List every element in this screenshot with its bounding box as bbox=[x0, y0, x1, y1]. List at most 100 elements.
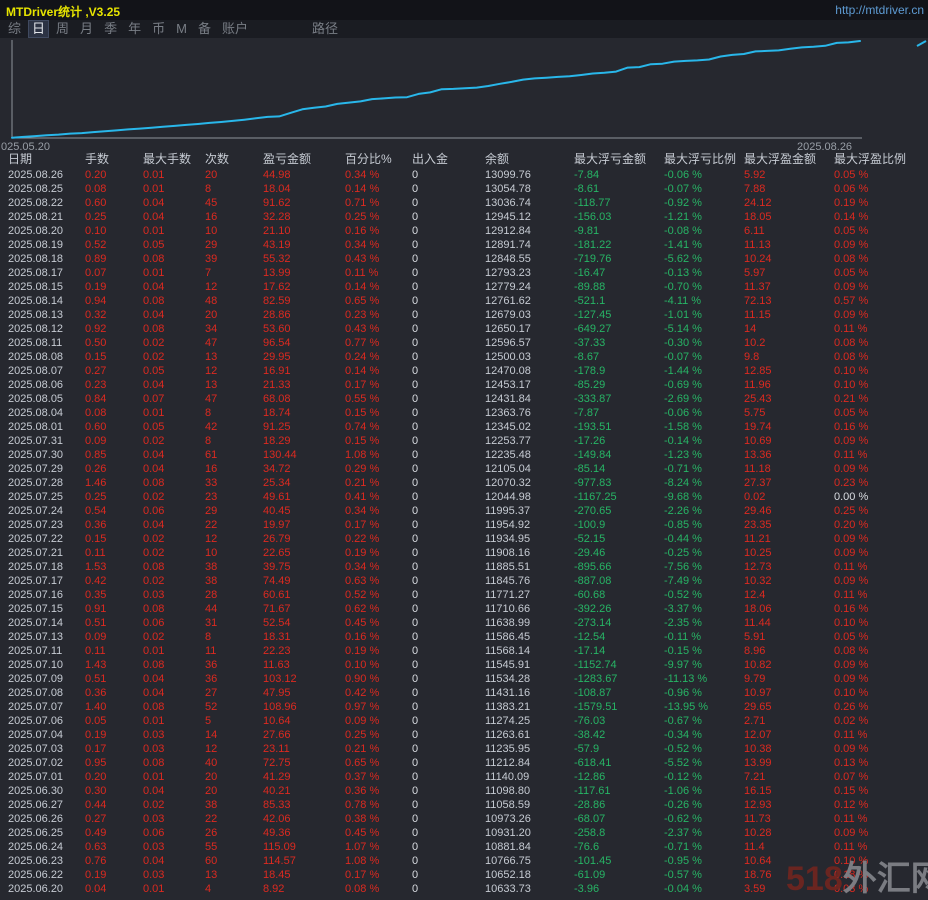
table-row[interactable]: 2025.08.140.940.084882.590.65 %012761.62… bbox=[8, 294, 928, 308]
table-cell: 2025.08.25 bbox=[8, 182, 85, 196]
table-cell: 10 bbox=[205, 546, 263, 560]
table-cell: 0.11 % bbox=[834, 448, 928, 462]
column-header[interactable]: 日期 bbox=[8, 151, 85, 168]
column-header[interactable]: 最大浮盈金额 bbox=[744, 151, 834, 168]
table-cell: -1167.25 bbox=[574, 490, 664, 504]
table-row[interactable]: 2025.07.020.950.084072.750.65 %011212.84… bbox=[8, 756, 928, 770]
table-row[interactable]: 2025.08.130.320.042028.860.23 %012679.03… bbox=[8, 308, 928, 322]
table-cell: -0.14 % bbox=[664, 434, 744, 448]
table-row[interactable]: 2025.07.071.400.0852108.960.97 %011383.2… bbox=[8, 700, 928, 714]
column-header[interactable]: 最大浮亏比例 bbox=[664, 151, 744, 168]
table-row[interactable]: 2025.06.260.270.032242.060.38 %010973.26… bbox=[8, 812, 928, 826]
table-row[interactable]: 2025.07.281.460.083325.340.21 %012070.32… bbox=[8, 476, 928, 490]
table-cell: 0.60 bbox=[85, 196, 143, 210]
column-header[interactable]: 出入金 bbox=[412, 151, 485, 168]
table-cell: 22.65 bbox=[263, 546, 345, 560]
table-cell: 2025.08.04 bbox=[8, 406, 85, 420]
table-row[interactable]: 2025.07.160.350.032860.610.52 %011771.27… bbox=[8, 588, 928, 602]
table-row[interactable]: 2025.07.181.530.083839.750.34 %011885.51… bbox=[8, 560, 928, 574]
table-row[interactable]: 2025.07.130.090.02818.310.16 %011586.45-… bbox=[8, 630, 928, 644]
menu-item-m[interactable]: M bbox=[173, 21, 190, 37]
menu-item-day[interactable]: 日 bbox=[29, 21, 48, 37]
table-row[interactable]: 2025.06.200.040.0148.920.08 %010633.73-3… bbox=[8, 882, 928, 896]
table-row[interactable]: 2025.07.080.360.042747.950.42 %011431.16… bbox=[8, 686, 928, 700]
table-row[interactable]: 2025.08.110.500.024796.540.77 %012596.57… bbox=[8, 336, 928, 350]
table-row[interactable]: 2025.07.060.050.01510.640.09 %011274.25-… bbox=[8, 714, 928, 728]
table-cell: 49.61 bbox=[263, 490, 345, 504]
table-row[interactable]: 2025.08.060.230.041321.330.17 %012453.17… bbox=[8, 378, 928, 392]
table-row[interactable]: 2025.08.150.190.041217.620.14 %012779.24… bbox=[8, 280, 928, 294]
table-cell: 13 bbox=[205, 350, 263, 364]
menu-item-backup[interactable]: 备 bbox=[195, 21, 214, 37]
table-row[interactable]: 2025.06.230.760.0460114.571.08 %010766.7… bbox=[8, 854, 928, 868]
table-cell: 0.24 % bbox=[345, 350, 412, 364]
menu-item-account[interactable]: 账户 bbox=[219, 21, 251, 37]
table-cell: 0.09 % bbox=[834, 658, 928, 672]
table-cell: 0.05 bbox=[143, 420, 205, 434]
table-row[interactable]: 2025.07.240.540.062940.450.34 %011995.37… bbox=[8, 504, 928, 518]
table-row[interactable]: 2025.08.120.920.083453.600.43 %012650.17… bbox=[8, 322, 928, 336]
column-header[interactable]: 百分比% bbox=[345, 151, 412, 168]
app-url-link[interactable]: http://mtdriver.cn bbox=[835, 3, 924, 17]
table-row[interactable]: 2025.08.050.840.074768.080.55 %012431.84… bbox=[8, 392, 928, 406]
table-row[interactable]: 2025.07.170.420.023874.490.63 %011845.76… bbox=[8, 574, 928, 588]
table-row[interactable]: 2025.08.190.520.052943.190.34 %012891.74… bbox=[8, 238, 928, 252]
table-row[interactable]: 2025.07.150.910.084471.670.62 %011710.66… bbox=[8, 602, 928, 616]
table-row[interactable]: 2025.07.310.090.02818.290.15 %012253.77-… bbox=[8, 434, 928, 448]
table-row[interactable]: 2025.06.270.440.023885.330.78 %011058.59… bbox=[8, 798, 928, 812]
table-row[interactable]: 2025.07.090.510.0436103.120.90 %011534.2… bbox=[8, 672, 928, 686]
table-cell: 13 bbox=[205, 868, 263, 882]
column-header[interactable]: 最大浮盈比例 bbox=[834, 151, 928, 168]
table-row[interactable]: 2025.08.200.100.011021.100.16 %012912.84… bbox=[8, 224, 928, 238]
table-row[interactable]: 2025.08.250.080.01818.040.14 %013054.78-… bbox=[8, 182, 928, 196]
menu-item-currency[interactable]: 币 bbox=[149, 21, 168, 37]
column-header[interactable]: 最大手数 bbox=[143, 151, 205, 168]
table-row[interactable]: 2025.07.210.110.021022.650.19 %011908.16… bbox=[8, 546, 928, 560]
table-cell: -0.15 % bbox=[664, 644, 744, 658]
table-row[interactable]: 2025.07.101.430.083611.630.10 %011545.91… bbox=[8, 658, 928, 672]
table-cell: 49.36 bbox=[263, 826, 345, 840]
equity-curve-chart[interactable]: 025.05.20 2025.08.26 bbox=[0, 38, 928, 151]
table-row[interactable]: 2025.08.260.200.012044.980.34 %013099.76… bbox=[8, 168, 928, 182]
table-row[interactable]: 2025.07.030.170.031223.110.21 %011235.95… bbox=[8, 742, 928, 756]
table-row[interactable]: 2025.07.290.260.041634.720.29 %012105.04… bbox=[8, 462, 928, 476]
column-header[interactable]: 手数 bbox=[85, 151, 143, 168]
table-row[interactable]: 2025.07.220.150.021226.790.22 %011934.95… bbox=[8, 532, 928, 546]
table-row[interactable]: 2025.07.110.110.011122.230.19 %011568.14… bbox=[8, 644, 928, 658]
menu-item-quarter[interactable]: 季 bbox=[101, 21, 120, 37]
menu-item-path[interactable]: 路径 bbox=[309, 21, 341, 37]
column-header[interactable]: 最大浮亏金额 bbox=[574, 151, 664, 168]
table-row[interactable]: 2025.06.240.630.0355115.091.07 %010881.8… bbox=[8, 840, 928, 854]
table-cell: 72.13 bbox=[744, 294, 834, 308]
table-row[interactable]: 2025.08.070.270.051216.910.14 %012470.08… bbox=[8, 364, 928, 378]
table-cell: 0 bbox=[412, 756, 485, 770]
menu-item-zong[interactable]: 综 bbox=[5, 21, 24, 37]
table-row[interactable]: 2025.08.080.150.021329.950.24 %012500.03… bbox=[8, 350, 928, 364]
column-header[interactable]: 盈亏金额 bbox=[263, 151, 345, 168]
table-row[interactable]: 2025.07.300.850.0461130.441.08 %012235.4… bbox=[8, 448, 928, 462]
table-row[interactable]: 2025.06.220.190.031318.450.17 %010652.18… bbox=[8, 868, 928, 882]
table-row[interactable]: 2025.07.140.510.063152.540.45 %011638.99… bbox=[8, 616, 928, 630]
table-cell: 0 bbox=[412, 462, 485, 476]
menu-item-week[interactable]: 周 bbox=[53, 21, 72, 37]
table-cell: 2025.06.22 bbox=[8, 868, 85, 882]
table-cell: 20 bbox=[205, 770, 263, 784]
table-row[interactable]: 2025.07.010.200.012041.290.37 %011140.09… bbox=[8, 770, 928, 784]
table-row[interactable]: 2025.08.220.600.044591.620.71 %013036.74… bbox=[8, 196, 928, 210]
menu-item-month[interactable]: 月 bbox=[77, 21, 96, 37]
table-row[interactable]: 2025.06.250.490.062649.360.45 %010931.20… bbox=[8, 826, 928, 840]
table-row[interactable]: 2025.07.040.190.031427.660.25 %011263.61… bbox=[8, 728, 928, 742]
menu-item-year[interactable]: 年 bbox=[125, 21, 144, 37]
table-row[interactable]: 2025.08.180.890.083955.320.43 %012848.55… bbox=[8, 252, 928, 266]
table-row[interactable]: 2025.08.170.070.01713.990.11 %012793.23-… bbox=[8, 266, 928, 280]
table-row[interactable]: 2025.08.010.600.054291.250.74 %012345.02… bbox=[8, 420, 928, 434]
table-row[interactable]: 2025.07.230.360.042219.970.17 %011954.92… bbox=[8, 518, 928, 532]
table-cell: 12 bbox=[205, 280, 263, 294]
column-header[interactable]: 次数 bbox=[205, 151, 263, 168]
column-header[interactable]: 余额 bbox=[485, 151, 574, 168]
table-row[interactable]: 2025.08.210.250.041632.280.25 %012945.12… bbox=[8, 210, 928, 224]
table-row[interactable]: 2025.08.040.080.01818.740.15 %012363.76-… bbox=[8, 406, 928, 420]
table-row[interactable]: 2025.06.300.300.042040.210.36 %011098.80… bbox=[8, 784, 928, 798]
table-row[interactable]: 2025.07.250.250.022349.610.41 %012044.98… bbox=[8, 490, 928, 504]
table-cell: 1.46 bbox=[85, 476, 143, 490]
